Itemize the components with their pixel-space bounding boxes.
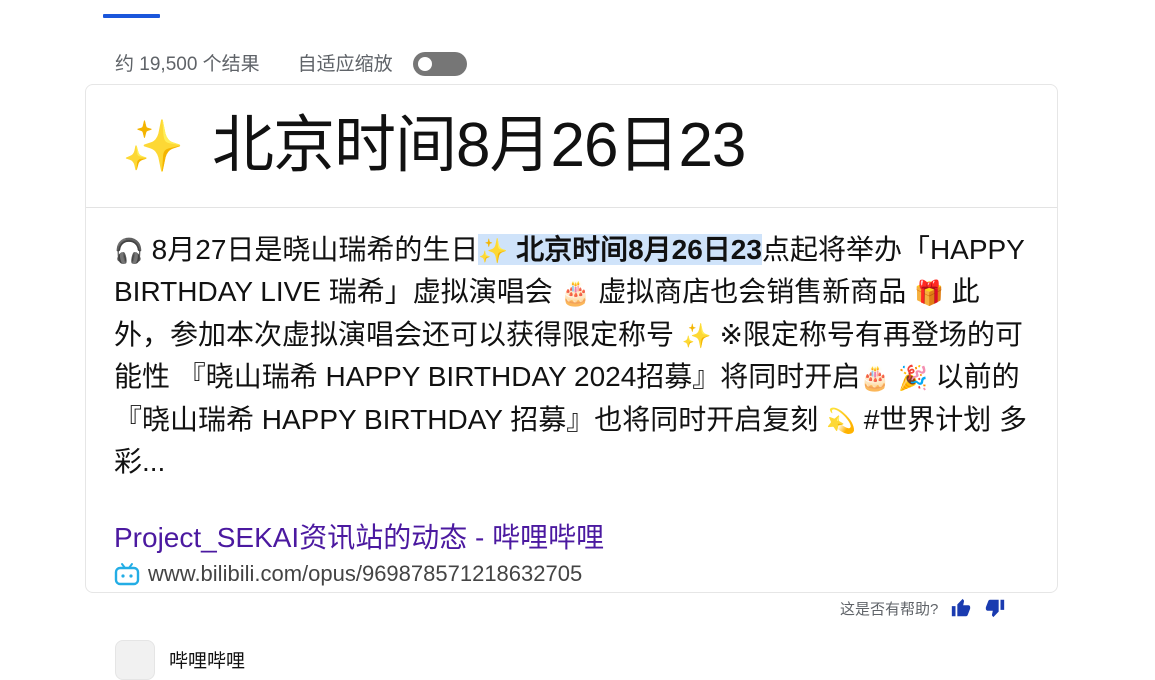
thumbs-up-icon[interactable] xyxy=(950,597,972,619)
site-favicon xyxy=(115,640,155,680)
answer-headline: 北京时间8月26日23 xyxy=(212,111,746,180)
next-result[interactable]: 哔哩哔哩 xyxy=(115,640,245,680)
answer-card: ✨ 北京时间8月26日23 🎧 8月27日是晓山瑞希的生日✨ 北京时间8月26日… xyxy=(85,84,1058,593)
sparkles-icon: ✨ xyxy=(681,322,712,350)
source-url-row: www.bilibili.com/opus/969878571218632705 xyxy=(114,560,1029,588)
dizzy-icon: 💫 xyxy=(826,407,856,435)
result-info-bar: 约 19,500 个结果 自适应缩放 xyxy=(115,48,467,76)
bilibili-tv-icon xyxy=(114,563,140,586)
feedback-bar: 这是否有帮助? xyxy=(840,597,1006,619)
next-result-site-name: 哔哩哔哩 xyxy=(169,650,246,672)
sparkles-icon: ✨ xyxy=(122,118,185,174)
adaptive-zoom-toggle[interactable] xyxy=(412,52,467,76)
thumbs-down-icon[interactable] xyxy=(984,597,1006,619)
snippet-text-3: 虚拟商店也会销售新商品 xyxy=(590,276,907,308)
snippet-highlight-bold: 北京时间8月26日23 xyxy=(516,234,762,265)
source-link[interactable]: Project_SEKAI资讯站的动态 - 哔哩哔哩 xyxy=(114,520,1029,556)
answer-card-body: 🎧 8月27日是晓山瑞希的生日✨ 北京时间8月26日23点起将举办「HAPPY … xyxy=(86,208,1057,588)
toggle-knob xyxy=(417,57,432,71)
snippet-highlight: ✨ 北京时间8月26日23 xyxy=(478,234,762,265)
answer-card-header: ✨ 北京时间8月26日23 xyxy=(86,85,1057,208)
feedback-question: 这是否有帮助? xyxy=(840,600,939,618)
gift-icon: 🎁 xyxy=(913,280,944,308)
sparkles-icon: ✨ xyxy=(478,238,509,265)
party-popper-icon: 🎉 xyxy=(897,365,928,393)
source-url: www.bilibili.com/opus/969878571218632705 xyxy=(148,561,583,587)
birthday-cake-icon: 🎂 xyxy=(560,280,591,308)
result-count: 约 19,500 个结果 xyxy=(115,53,260,75)
snippet-text-1: 8月27日是晓山瑞希的生日 xyxy=(151,234,479,265)
active-tab-indicator xyxy=(103,14,160,18)
birthday-cake-icon: 🎂 xyxy=(860,365,891,393)
answer-snippet: 🎧 8月27日是晓山瑞希的生日✨ 北京时间8月26日23点起将举办「HAPPY … xyxy=(114,230,1034,482)
headphone-icon: 🎧 xyxy=(114,238,144,265)
adaptive-zoom-label: 自适应缩放 xyxy=(297,53,393,75)
